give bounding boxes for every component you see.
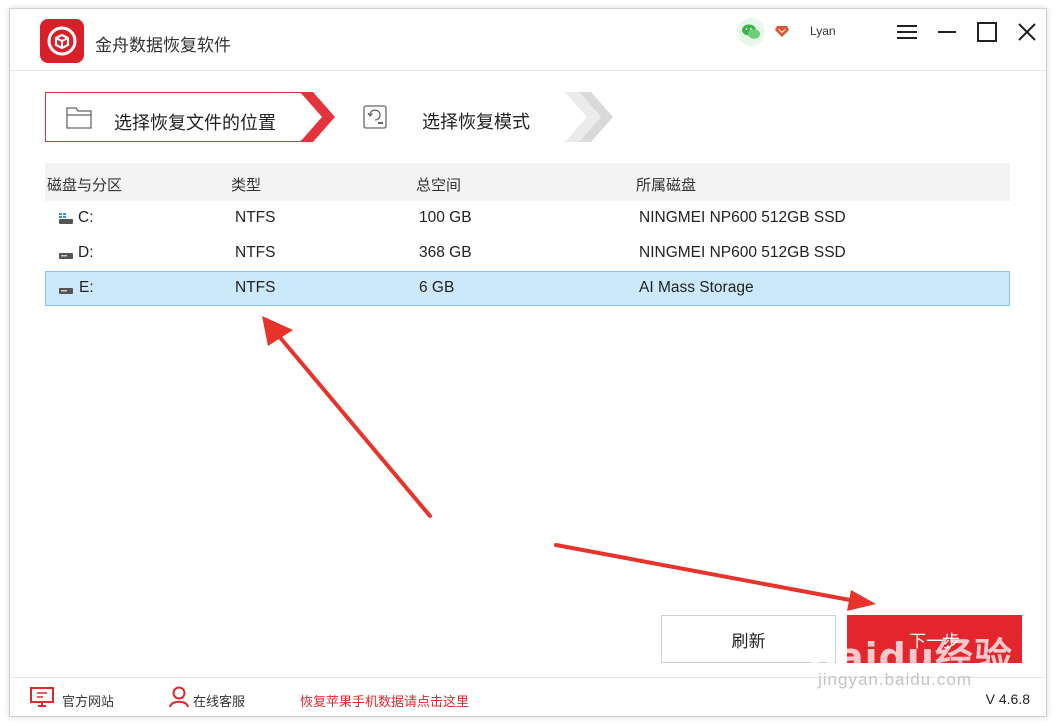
refresh-button[interactable]: 刷新 — [661, 615, 836, 663]
cell-size: 100 GB — [419, 209, 472, 226]
cell-partition: E: — [79, 279, 94, 296]
table-row[interactable]: D: NTFS 368 GB NINGMEI NP600 512GB SSD — [45, 236, 1010, 271]
app-window: 金舟数据恢复软件 Lyan 选择恢复文件的位置 选择恢复模式 磁盘与分区 类型 … — [9, 8, 1047, 717]
step-select-location[interactable]: 选择恢复文件的位置 — [45, 92, 313, 142]
step-chevron-inactive-icon — [565, 92, 613, 142]
next-step-button[interactable]: 下一步 — [847, 615, 1022, 663]
cell-partition: D: — [78, 244, 94, 261]
online-service-link[interactable]: 在线客服 — [193, 691, 245, 710]
version-label: V 4.6.8 — [985, 691, 1030, 707]
partition-table: 磁盘与分区 类型 总空间 所属磁盘 C: NTFS 100 GB NINGMEI… — [45, 163, 1010, 306]
username[interactable]: Lyan — [810, 24, 836, 38]
table-row[interactable]: C: NTFS 100 GB NINGMEI NP600 512GB SSD — [45, 201, 1010, 236]
apple-recovery-link[interactable]: 恢复苹果手机数据请点击这里 — [300, 691, 469, 710]
cell-size: 6 GB — [419, 279, 455, 296]
cell-disk: NINGMEI NP600 512GB SSD — [639, 244, 846, 261]
title-bar: 金舟数据恢复软件 Lyan — [10, 9, 1046, 71]
cell-type: NTFS — [235, 279, 276, 296]
disk-restore-icon — [363, 105, 387, 129]
table-row-selected[interactable]: E: NTFS 6 GB AI Mass Storage — [45, 271, 1010, 306]
cell-type: NTFS — [235, 209, 276, 226]
drive-icon — [59, 253, 73, 259]
footer: 官方网站 在线客服 恢复苹果手机数据请点击这里 V 4.6.8 — [10, 677, 1046, 718]
menu-icon[interactable] — [895, 21, 919, 43]
app-title: 金舟数据恢复软件 — [95, 36, 231, 55]
step-select-mode[interactable]: 选择恢复模式 — [335, 92, 575, 142]
wechat-icon[interactable] — [737, 18, 765, 46]
cell-type: NTFS — [235, 244, 276, 261]
folder-icon — [66, 107, 92, 129]
step-label: 选择恢复文件的位置 — [114, 113, 276, 133]
vip-diamond-icon[interactable] — [774, 23, 790, 39]
header-size: 总空间 — [416, 177, 462, 194]
cell-partition: C: — [78, 209, 94, 226]
system-drive-icon — [59, 213, 73, 224]
header-disk: 所属磁盘 — [636, 177, 697, 194]
header-partition: 磁盘与分区 — [47, 177, 123, 194]
cell-size: 368 GB — [419, 244, 472, 261]
cell-disk: AI Mass Storage — [639, 279, 754, 296]
header-type: 类型 — [231, 177, 262, 194]
step-chevron-active-icon — [300, 92, 335, 142]
drive-icon — [59, 288, 73, 294]
table-header: 磁盘与分区 类型 总空间 所属磁盘 — [45, 163, 1010, 201]
customer-service-icon[interactable] — [169, 686, 189, 708]
official-site-link[interactable]: 官方网站 — [62, 691, 114, 710]
app-logo-icon — [40, 19, 84, 63]
cell-disk: NINGMEI NP600 512GB SSD — [639, 209, 846, 226]
step-label: 选择恢复模式 — [422, 112, 530, 132]
minimize-icon[interactable] — [935, 21, 959, 43]
monitor-icon[interactable] — [30, 687, 54, 709]
close-icon[interactable] — [1015, 21, 1039, 43]
maximize-icon[interactable] — [975, 21, 999, 43]
